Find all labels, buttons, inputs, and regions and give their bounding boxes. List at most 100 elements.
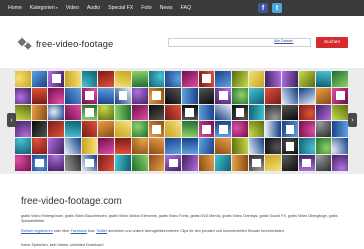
clip-thumbnail[interactable]: [65, 104, 81, 121]
next-arrow-icon[interactable]: ›: [348, 113, 357, 127]
clip-thumbnail[interactable]: [165, 87, 181, 104]
register-link[interactable]: Einfach registrieren: [21, 229, 53, 233]
clip-thumbnail[interactable]: [298, 104, 315, 121]
clip-thumbnail[interactable]: [332, 121, 348, 138]
nav-item-audio[interactable]: Audio: [83, 5, 104, 11]
clip-thumbnail[interactable]: [148, 87, 165, 104]
clip-thumbnail[interactable]: [298, 71, 315, 87]
clip-thumbnail[interactable]: [215, 121, 232, 138]
facebook-icon[interactable]: f: [258, 3, 268, 13]
clip-thumbnail[interactable]: [148, 71, 165, 87]
clip-thumbnail[interactable]: [31, 71, 48, 87]
nav-item-kategorien[interactable]: Kategorien ▾: [26, 5, 62, 11]
clip-thumbnail[interactable]: [115, 71, 131, 87]
clip-thumbnail[interactable]: [48, 121, 65, 138]
clip-thumbnail[interactable]: [115, 104, 131, 121]
clip-thumbnail[interactable]: [165, 138, 181, 155]
clip-thumbnail[interactable]: [332, 155, 348, 171]
nav-item-faq[interactable]: FAQ: [177, 5, 195, 11]
clip-thumbnail[interactable]: [65, 121, 81, 138]
clip-thumbnail[interactable]: [298, 121, 315, 138]
nav-item-news[interactable]: News: [156, 5, 177, 11]
clip-thumbnail[interactable]: [215, 71, 232, 87]
clip-thumbnail[interactable]: [181, 71, 198, 87]
clip-thumbnail[interactable]: [131, 121, 148, 138]
clip-thumbnail[interactable]: [131, 71, 148, 87]
clip-thumbnail[interactable]: [165, 121, 181, 138]
clip-thumbnail[interactable]: [31, 87, 48, 104]
clip-thumbnail[interactable]: [98, 155, 115, 171]
twitter-link[interactable]: Twitter: [96, 229, 107, 233]
clip-thumbnail[interactable]: [31, 155, 48, 171]
clip-thumbnail[interactable]: [232, 155, 248, 171]
clip-thumbnail[interactable]: [115, 155, 131, 171]
clip-thumbnail[interactable]: [15, 104, 31, 121]
clip-thumbnail[interactable]: [81, 155, 98, 171]
clip-thumbnail[interactable]: [181, 104, 198, 121]
clip-thumbnail[interactable]: [48, 138, 65, 155]
clip-thumbnail[interactable]: [198, 104, 215, 121]
clip-thumbnail[interactable]: [115, 87, 131, 104]
clip-thumbnail[interactable]: [81, 121, 98, 138]
clip-thumbnail[interactable]: [315, 138, 332, 155]
clip-thumbnail[interactable]: [131, 138, 148, 155]
clip-thumbnail[interactable]: [265, 87, 282, 104]
prev-arrow-icon[interactable]: ‹: [7, 113, 16, 127]
clip-thumbnail[interactable]: [232, 87, 248, 104]
clip-thumbnail[interactable]: [15, 121, 31, 138]
clip-thumbnail[interactable]: [181, 87, 198, 104]
clip-thumbnail[interactable]: [48, 71, 65, 87]
clip-thumbnail[interactable]: [48, 104, 65, 121]
clip-thumbnail[interactable]: [298, 155, 315, 171]
clip-thumbnail[interactable]: [265, 155, 282, 171]
clip-thumbnail[interactable]: [131, 87, 148, 104]
clip-thumbnail[interactable]: [65, 87, 81, 104]
nav-item-home[interactable]: Home: [4, 5, 26, 11]
clip-thumbnail[interactable]: [131, 104, 148, 121]
clip-thumbnail[interactable]: [15, 138, 31, 155]
clip-thumbnail[interactable]: [81, 138, 98, 155]
facebook-link[interactable]: Facebook: [71, 229, 87, 233]
clip-thumbnail[interactable]: [148, 104, 165, 121]
clip-thumbnail[interactable]: [315, 104, 332, 121]
clip-thumbnail[interactable]: [65, 138, 81, 155]
clip-thumbnail[interactable]: [98, 121, 115, 138]
clip-thumbnail[interactable]: [248, 104, 265, 121]
clip-thumbnail[interactable]: [181, 121, 198, 138]
clip-thumbnail[interactable]: [165, 155, 181, 171]
clip-thumbnail[interactable]: [248, 71, 265, 87]
clip-thumbnail[interactable]: [65, 71, 81, 87]
clip-thumbnail[interactable]: [115, 138, 131, 155]
clip-thumbnail[interactable]: [215, 138, 232, 155]
clip-thumbnail[interactable]: [315, 155, 332, 171]
clip-thumbnail[interactable]: [81, 104, 98, 121]
clip-thumbnail[interactable]: [282, 104, 298, 121]
clip-thumbnail[interactable]: [198, 155, 215, 171]
clip-thumbnail[interactable]: [265, 121, 282, 138]
clip-thumbnail[interactable]: [198, 87, 215, 104]
clip-thumbnail[interactable]: [98, 71, 115, 87]
clip-thumbnail[interactable]: [148, 138, 165, 155]
nav-item-video[interactable]: Video: [62, 5, 83, 11]
nav-item-special-fx[interactable]: Special FX: [104, 5, 137, 11]
clip-thumbnail[interactable]: [215, 87, 232, 104]
search-button[interactable]: Suchen: [316, 37, 348, 48]
clip-thumbnail[interactable]: [282, 155, 298, 171]
clip-thumbnail[interactable]: [248, 87, 265, 104]
clip-thumbnail[interactable]: [315, 121, 332, 138]
clip-thumbnail[interactable]: [282, 121, 298, 138]
clip-thumbnail[interactable]: [131, 155, 148, 171]
file-type-select[interactable]: Alle Dateien: [274, 39, 293, 43]
clip-thumbnail[interactable]: [232, 104, 248, 121]
clip-thumbnail[interactable]: [265, 138, 282, 155]
clip-thumbnail[interactable]: [265, 104, 282, 121]
clip-thumbnail[interactable]: [81, 71, 98, 87]
clip-thumbnail[interactable]: [282, 71, 298, 87]
clip-thumbnail[interactable]: [148, 121, 165, 138]
clip-thumbnail[interactable]: [65, 155, 81, 171]
site-logo[interactable]: free-video-footage: [16, 37, 113, 51]
clip-thumbnail[interactable]: [332, 71, 348, 87]
clip-thumbnail[interactable]: [315, 87, 332, 104]
clip-thumbnail[interactable]: [198, 121, 215, 138]
clip-thumbnail[interactable]: [282, 87, 298, 104]
